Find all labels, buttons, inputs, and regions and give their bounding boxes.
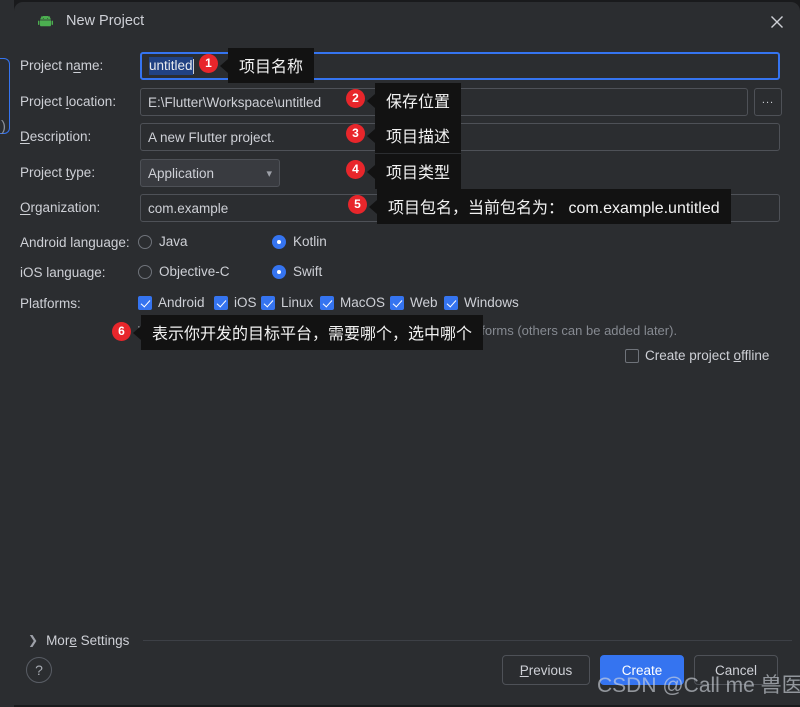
platform-windows-label: Windows xyxy=(464,295,519,310)
radio-android-java-label: Java xyxy=(159,234,188,249)
platform-web-label: Web xyxy=(410,295,438,310)
description-value: A new Flutter project. xyxy=(148,129,275,145)
chevron-right-icon: ❯ xyxy=(28,633,39,647)
previous-button-label: Previous xyxy=(519,662,573,678)
checkbox-checked-icon xyxy=(390,295,404,310)
checkbox-checked-icon xyxy=(261,295,275,310)
cancel-button[interactable]: Cancel xyxy=(694,655,778,685)
text-caret xyxy=(192,58,194,74)
background-window-glyph: ) xyxy=(1,118,6,135)
checkbox-checked-icon xyxy=(214,295,228,310)
checkbox-platform-windows[interactable]: Windows xyxy=(444,295,519,310)
radio-ios-objc-label: Objective-C xyxy=(159,264,230,279)
radio-ios-objc[interactable]: Objective-C xyxy=(138,264,230,279)
project-name-value: untitled xyxy=(149,57,193,75)
description-label: Description: xyxy=(20,129,92,144)
callout-tooltip-5: 项目包名，当前包名为： com.example.untitled xyxy=(369,189,731,224)
checkbox-create-offline[interactable]: Create project offline xyxy=(625,348,769,363)
radio-circle-selected-icon xyxy=(272,264,286,279)
create-offline-label: Create project offline xyxy=(645,348,770,363)
close-icon[interactable] xyxy=(762,8,792,36)
radio-ios-swift-label: Swift xyxy=(293,264,323,279)
callout-badge-3: 3 xyxy=(346,124,365,143)
radio-android-kotlin[interactable]: Kotlin xyxy=(272,234,327,249)
platform-ios-label: iOS xyxy=(234,295,257,310)
platforms-label: Platforms: xyxy=(20,296,81,311)
callout-tooltip-2: 保存位置 xyxy=(366,83,462,118)
platform-linux-label: Linux xyxy=(281,295,314,310)
help-button[interactable]: ? xyxy=(26,657,52,683)
checkbox-unchecked-icon xyxy=(625,348,639,363)
callout-tooltip-4: 项目类型 xyxy=(366,154,462,189)
radio-circle-icon xyxy=(138,234,152,249)
checkbox-platform-macos[interactable]: MacOS xyxy=(320,295,385,310)
callout-tooltip-3: 项目描述 xyxy=(366,118,462,153)
radio-android-kotlin-label: Kotlin xyxy=(293,234,327,249)
more-settings-label: More Settings xyxy=(46,632,130,648)
more-settings-toggle[interactable]: ❯ More Settings xyxy=(22,629,792,651)
checkbox-platform-ios[interactable]: iOS xyxy=(214,295,257,310)
callout-badge-5: 5 xyxy=(348,195,367,214)
project-type-value: Application xyxy=(148,165,215,181)
checkbox-platform-linux[interactable]: Linux xyxy=(261,295,313,310)
callout-tooltip-6: 表示你开发的目标平台，需要哪个，选中哪个 xyxy=(132,315,484,350)
callout-badge-1: 1 xyxy=(199,54,218,73)
callout-tooltip-1: 项目名称 xyxy=(219,48,315,83)
checkbox-platform-web[interactable]: Web xyxy=(390,295,438,310)
project-type-label: Project type: xyxy=(20,165,96,180)
checkbox-checked-icon xyxy=(444,295,458,310)
dialog-title: New Project xyxy=(66,13,145,29)
radio-circle-selected-icon xyxy=(272,234,286,249)
callout-badge-6: 6 xyxy=(112,322,131,341)
radio-circle-icon xyxy=(138,264,152,279)
screenshot-root: ) New Project Project name: untitled Pro… xyxy=(0,0,800,707)
android-robot-icon xyxy=(38,15,53,27)
project-type-select[interactable]: Application ▾ xyxy=(140,159,280,187)
background-window-edge: ) xyxy=(0,0,14,707)
browse-button[interactable]: ... xyxy=(754,88,782,116)
platform-macos-label: MacOS xyxy=(340,295,386,310)
platform-android-label: Android xyxy=(158,295,205,310)
organization-label: Organization: xyxy=(20,200,101,215)
checkbox-platform-android[interactable]: Android xyxy=(138,295,205,310)
chevron-down-icon: ▾ xyxy=(266,167,272,180)
radio-android-java[interactable]: Java xyxy=(138,234,188,249)
checkbox-checked-icon xyxy=(320,295,334,310)
radio-ios-swift[interactable]: Swift xyxy=(272,264,322,279)
project-location-label: Project location: xyxy=(20,94,117,109)
callout-badge-2: 2 xyxy=(346,89,365,108)
project-name-label: Project name: xyxy=(20,58,104,73)
project-location-value: E:\Flutter\Workspace\untitled xyxy=(148,94,322,110)
divider xyxy=(143,639,792,641)
android-language-label: Android language: xyxy=(20,235,130,250)
callout-badge-4: 4 xyxy=(346,160,365,179)
ios-language-label: iOS language: xyxy=(20,265,106,280)
checkbox-checked-icon xyxy=(138,295,152,310)
create-button[interactable]: Create xyxy=(600,655,684,685)
organization-value: com.example xyxy=(148,200,229,216)
previous-button[interactable]: Previous xyxy=(502,655,590,685)
dialog-titlebar: New Project xyxy=(14,2,800,42)
